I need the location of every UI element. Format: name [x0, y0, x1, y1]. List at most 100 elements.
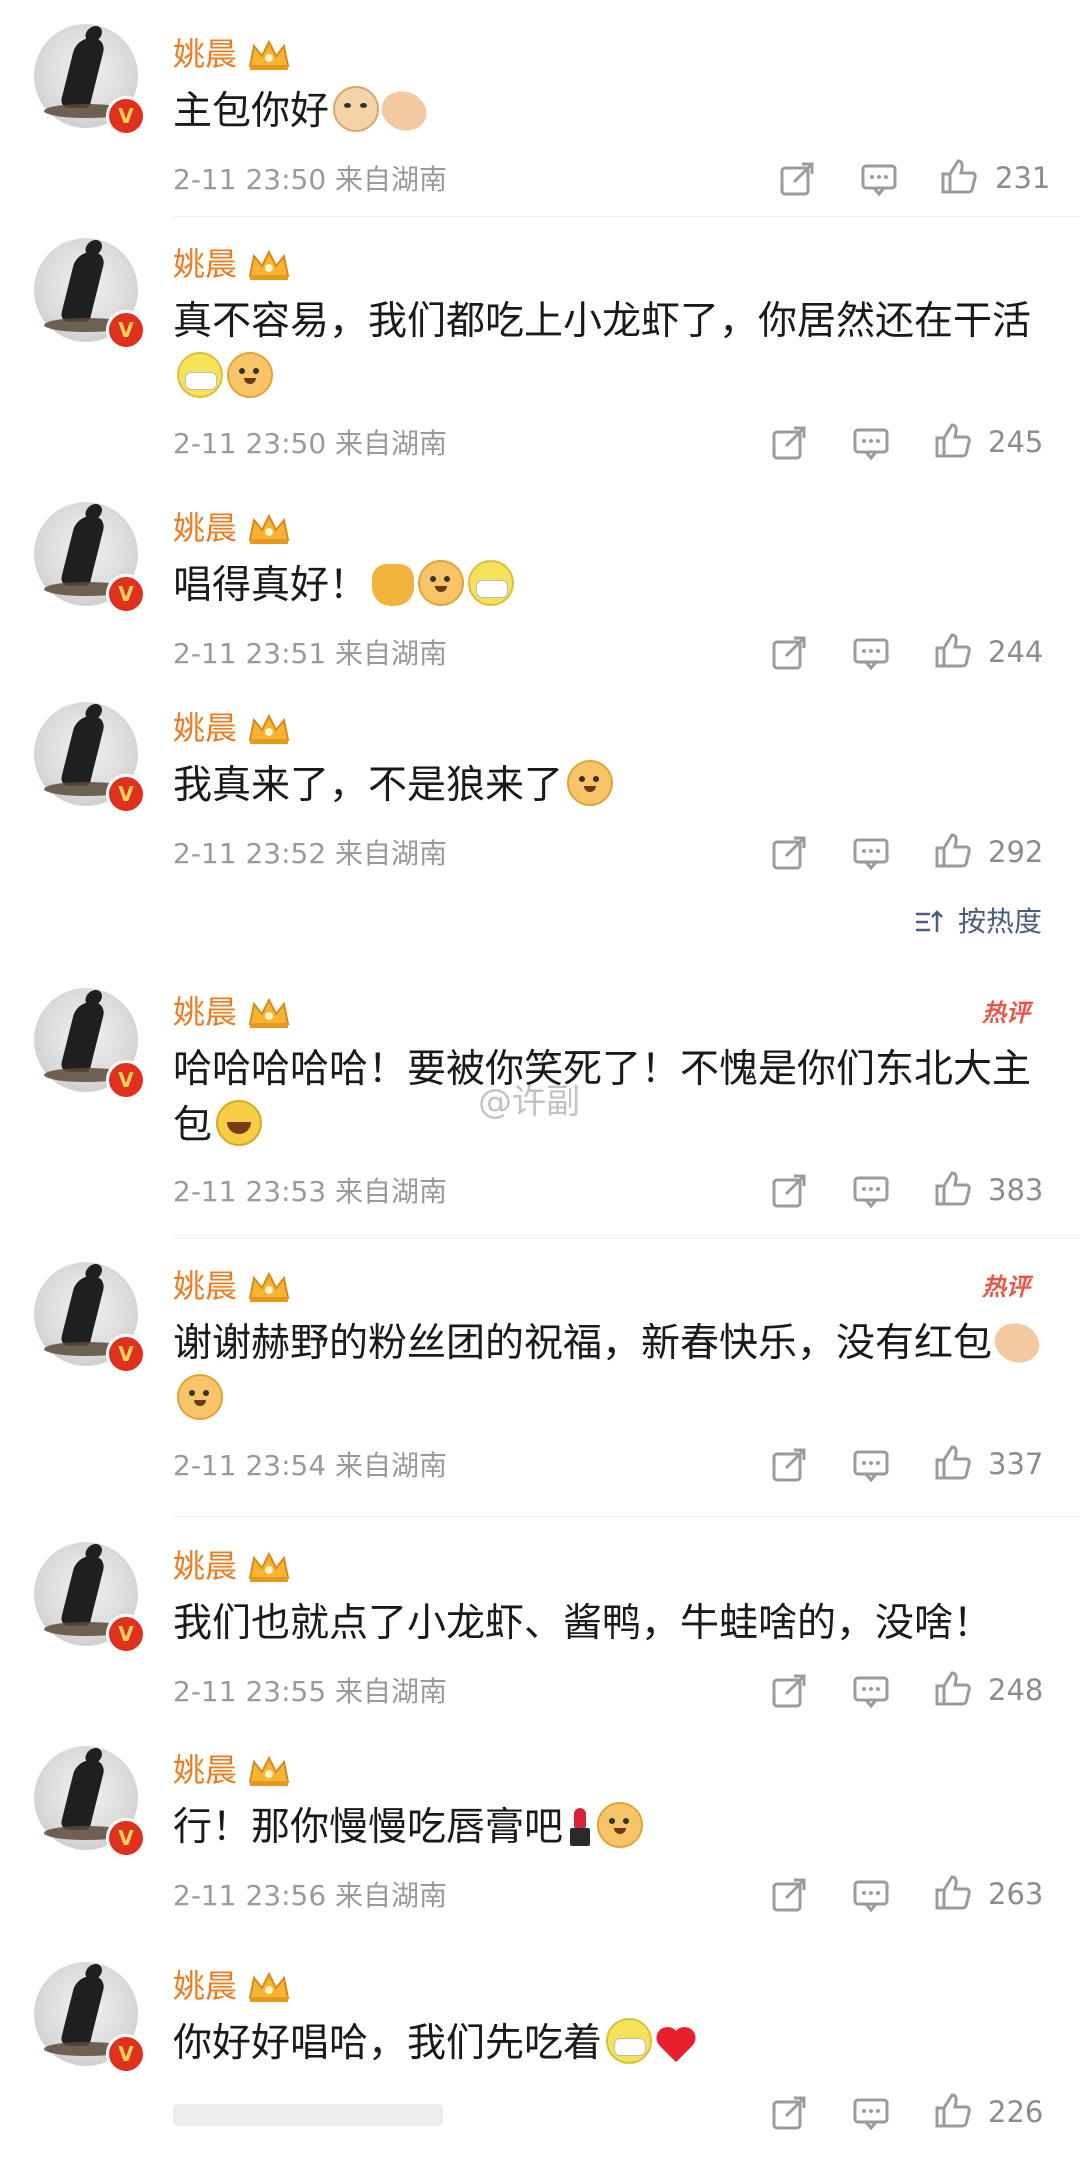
comment-icon[interactable]	[852, 634, 890, 672]
username[interactable]: 姚晨	[173, 708, 237, 748]
watermark: @许副	[478, 1082, 580, 1122]
comment-feed: V 姚晨 主包你好 2-11 23:50 来自湖南 231 V 姚晨 真不容易，…	[0, 0, 1080, 2164]
verified-v-icon: V	[106, 774, 146, 814]
verified-v-icon: V	[106, 574, 146, 614]
verified-v-icon: V	[106, 310, 146, 350]
avatar[interactable]: V	[34, 502, 146, 614]
avatar[interactable]: V	[34, 238, 146, 350]
sort-icon[interactable]	[914, 908, 944, 936]
comment-icon[interactable]	[852, 1172, 890, 1210]
pray-hands-emoji-icon	[376, 83, 432, 139]
thumbs-up-icon[interactable]	[934, 1874, 972, 1912]
share-icon[interactable]	[770, 1876, 808, 1914]
share-icon[interactable]	[770, 1172, 808, 1210]
crown-badge-icon	[248, 249, 290, 280]
username[interactable]: 姚晨	[173, 1266, 237, 1306]
share-icon[interactable]	[770, 1446, 808, 1484]
mask-face-emoji-icon	[177, 352, 223, 398]
crown-badge-icon	[248, 1271, 290, 1302]
verified-v-icon: V	[106, 2034, 146, 2074]
doge-emoji-icon	[567, 760, 614, 806]
like-count: 292	[988, 835, 1044, 869]
share-icon[interactable]	[770, 2094, 808, 2132]
thumbs-up-icon[interactable]	[934, 1444, 972, 1482]
avatar[interactable]: V	[34, 1542, 146, 1654]
pray-hands-emoji-icon	[989, 1315, 1045, 1371]
comment-icon[interactable]	[852, 2094, 890, 2132]
crown-badge-icon	[248, 997, 290, 1028]
like-count: 245	[988, 425, 1044, 459]
comment-text: 唱得真好！	[173, 558, 1053, 614]
share-icon[interactable]	[770, 424, 808, 462]
share-icon[interactable]	[770, 634, 808, 672]
mask-face-emoji-icon	[606, 2018, 653, 2064]
doge-emoji-icon	[597, 1802, 644, 1848]
thumbs-up-icon[interactable]	[934, 632, 972, 670]
like-count: 337	[988, 1447, 1044, 1481]
avatar[interactable]: V	[34, 988, 146, 1100]
username[interactable]: 姚晨	[173, 1546, 237, 1586]
verified-v-icon: V	[106, 96, 146, 136]
verified-v-icon: V	[106, 1614, 146, 1654]
like-count: 231	[995, 161, 1051, 195]
comment-icon[interactable]	[852, 834, 890, 872]
comment-text: 哈哈哈哈哈！要被你笑死了！不愧是你们东北大主包	[173, 1047, 1032, 1148]
comment-icon[interactable]	[852, 1672, 890, 1710]
share-icon[interactable]	[770, 1672, 808, 1710]
crown-badge-icon	[248, 713, 290, 744]
doge-emoji-icon	[418, 560, 465, 606]
comment-text: 我真来了，不是狼来了	[173, 758, 1053, 814]
crown-badge-icon	[248, 1971, 290, 2002]
hot-comment-badge: 热评	[982, 1273, 1030, 1301]
divider	[173, 1238, 1080, 1239]
comment-icon[interactable]	[852, 424, 890, 462]
comment-text: 真不容易，我们都吃上小龙虾了，你居然还在干活	[173, 294, 1053, 406]
comment-icon[interactable]	[852, 1446, 890, 1484]
username[interactable]: 姚晨	[173, 1750, 237, 1790]
avatar[interactable]: V	[34, 1962, 146, 2074]
comment-text: 谢谢赫野的粉丝团的祝福，新春快乐，没有红包	[173, 1315, 1053, 1428]
thumbs-up-icon[interactable]	[940, 158, 978, 196]
share-icon[interactable]	[770, 834, 808, 872]
comment-icon[interactable]	[852, 1876, 890, 1914]
like-count: 244	[988, 635, 1044, 669]
comment-time: 2-11 23:55 来自湖南	[173, 1675, 448, 1708]
like-count: 226	[988, 2095, 1044, 2129]
thumbs-up-icon[interactable]	[934, 2092, 972, 2130]
share-icon[interactable]	[778, 160, 816, 198]
avatar[interactable]: V	[34, 24, 146, 136]
avatar[interactable]: V	[34, 1746, 146, 1858]
hot-comment-badge: 热评	[982, 999, 1030, 1027]
username[interactable]: 姚晨	[173, 992, 237, 1032]
like-count: 248	[988, 1673, 1044, 1707]
username[interactable]: 姚晨	[173, 1966, 237, 2006]
comment-text: 主包你好	[173, 83, 1053, 140]
thumbs-up-icon[interactable]	[934, 422, 972, 460]
thumbs-up-icon[interactable]	[934, 1170, 972, 1208]
username[interactable]: 姚晨	[173, 244, 237, 284]
red-heart-emoji-icon	[656, 2022, 698, 2064]
comment-icon[interactable]	[860, 160, 898, 198]
lipstick-emoji-icon	[567, 1806, 593, 1848]
comment-text: 行！那你慢慢吃唇膏吧	[173, 1800, 1053, 1856]
doge-emoji-icon	[177, 1374, 223, 1420]
thumbs-up-icon[interactable]	[934, 1670, 972, 1708]
like-count: 383	[988, 1173, 1044, 1207]
comment-time: 2-11 23:51 来自湖南	[173, 637, 448, 670]
comment-time: 2-11 23:54 来自湖南	[173, 1449, 448, 1482]
crown-badge-icon	[248, 1755, 290, 1786]
username[interactable]: 姚晨	[173, 34, 237, 74]
comment-time: 2-11 23:50 来自湖南	[173, 163, 448, 196]
thumbs-up-icon[interactable]	[934, 832, 972, 870]
comment-time: 2-11 23:52 来自湖南	[173, 837, 448, 870]
crown-badge-icon	[248, 1551, 290, 1582]
divider	[173, 216, 1080, 217]
comment-time: 2-11 23:56 来自湖南	[173, 1879, 448, 1912]
avatar[interactable]: V	[34, 1262, 146, 1374]
comment-time: 2-11 23:50 来自湖南	[173, 427, 448, 460]
mask-face-emoji-icon	[468, 560, 515, 606]
crown-badge-icon	[248, 39, 290, 70]
avatar[interactable]: V	[34, 702, 146, 814]
sort-by-heat-button[interactable]: 按热度	[958, 904, 1042, 940]
username[interactable]: 姚晨	[173, 508, 237, 548]
